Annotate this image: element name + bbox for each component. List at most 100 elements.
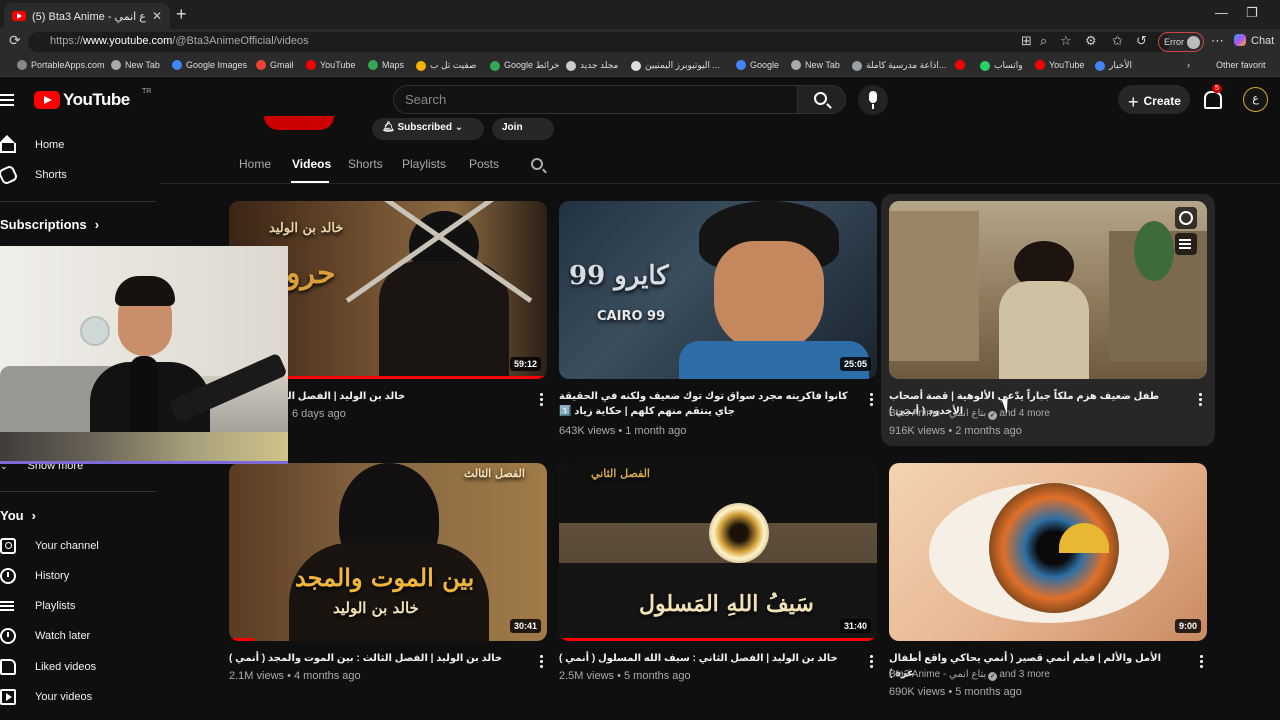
search-button[interactable]: [798, 85, 846, 114]
bookmark-item[interactable]: Google خرائط: [490, 60, 560, 71]
chevron-right-icon: ›: [31, 508, 36, 523]
channel-search-icon[interactable]: [531, 158, 543, 170]
sidebar-divider: [0, 201, 156, 202]
bookmark-item[interactable]: [955, 60, 969, 70]
bookmark-item[interactable]: مجلد جديد: [566, 60, 618, 71]
bookmark-item[interactable]: New Tab: [791, 60, 840, 70]
youtube-header: YouTube TR Search + Create 5 ع: [0, 78, 1280, 120]
video-thumbnail[interactable]: [889, 201, 1207, 379]
video-menu-icon[interactable]: [1200, 655, 1203, 668]
video-card[interactable]: كايرو 99 CAIRO 99 25:05 كانوا فاكرينه مج…: [559, 201, 879, 441]
video-card[interactable]: سَيفُ اللهِ المَسلول الفصل الثاني 31:40 …: [559, 463, 879, 703]
tab-posts[interactable]: Posts: [469, 157, 499, 171]
bookmark-favicon-icon: [736, 60, 746, 70]
add-to-queue-icon[interactable]: [1175, 233, 1197, 255]
bookmark-item[interactable]: اليوتيوبرز اليمنيين ...: [631, 60, 720, 71]
video-title-text: خالد بن الوليد | الفصل الثالث : بين المو…: [229, 653, 503, 664]
account-avatar[interactable]: ع: [1243, 87, 1268, 112]
video-title[interactable]: خالد بن الوليد | الفصل الثاني : سيف الله…: [559, 651, 849, 666]
search-input[interactable]: Search: [393, 85, 798, 114]
you-header[interactable]: You ›: [0, 508, 36, 523]
copilot-chat-button[interactable]: Chat: [1234, 34, 1274, 47]
sidebar-item-your-videos[interactable]: Your videos: [0, 685, 92, 709]
voice-search-icon[interactable]: [858, 85, 888, 115]
channel-credits[interactable]: Bta3 Anime - بتاع انمي ✓ and 4 more: [889, 408, 1050, 420]
bookmark-item[interactable]: New Tab: [111, 60, 160, 70]
tab-videos[interactable]: Videos: [292, 157, 331, 171]
verified-badge-icon: ✓: [988, 672, 998, 681]
video-title[interactable]: كانوا فاكرينه مجرد سواق توك توك ضعيف ولك…: [559, 389, 849, 419]
more-options-icon[interactable]: ⋯: [1211, 33, 1224, 49]
bookmark-item[interactable]: PortableApps.com: [17, 60, 105, 70]
video-thumbnail[interactable]: 9:00: [889, 463, 1207, 641]
url-field[interactable]: https://www.youtube.com/@Bta3AnimeOffici…: [28, 32, 1170, 52]
you-label: You: [0, 508, 24, 523]
menu-icon[interactable]: [0, 94, 14, 106]
bookmark-item[interactable]: الأخبار: [1095, 60, 1132, 71]
profile-avatar: [1187, 36, 1200, 49]
video-menu-icon[interactable]: [870, 655, 873, 668]
video-title[interactable]: خالد بن الوليد | الفصل الثالث : بين المو…: [229, 651, 519, 666]
bookmark-item[interactable]: Google: [736, 60, 779, 70]
bookmark-label: YouTube: [1049, 60, 1085, 70]
create-button[interactable]: + Create: [1118, 85, 1190, 114]
bookmarks-overflow-icon[interactable]: ›: [1187, 60, 1190, 70]
sidebar-item-playlists[interactable]: Playlists: [0, 594, 75, 618]
video-menu-icon[interactable]: [540, 393, 543, 406]
sidebar-item-home[interactable]: Home: [0, 133, 64, 157]
other-favorites-folder[interactable]: Other favorit: [1216, 60, 1266, 70]
bookmark-favicon-icon: [17, 60, 27, 70]
tab-shorts[interactable]: Shorts: [348, 157, 383, 171]
bookmark-label: اليوتيوبرز اليمنيين ...: [645, 60, 720, 70]
app-install-icon[interactable]: ⊞: [1021, 33, 1032, 49]
sidebar-item-watch-later[interactable]: Watch later: [0, 624, 90, 648]
browser-tab[interactable]: (5) Bta3 Anime - بتاع انمي - YouTube ✕: [4, 3, 170, 29]
chevron-down-icon: ⌄: [454, 122, 464, 133]
bookmark-item[interactable]: اذاعة مدرسية كاملة...: [852, 60, 946, 71]
video-card[interactable]: 9:00 الأمل والألم | فيلم أنمي قصير ( أنم…: [889, 463, 1209, 703]
sidebar-item-your-channel[interactable]: Your channel: [0, 534, 99, 558]
restore-icon[interactable]: ❐: [1246, 5, 1258, 21]
video-menu-icon[interactable]: [870, 393, 873, 406]
video-menu-icon[interactable]: [1199, 393, 1202, 406]
browser-tab-strip: (5) Bta3 Anime - بتاع انمي - YouTube ✕ +…: [0, 0, 1280, 29]
youtube-logo[interactable]: YouTube TR: [34, 88, 151, 110]
join-button[interactable]: Join: [492, 118, 554, 140]
subscriptions-header[interactable]: Subscriptions ›: [0, 217, 99, 232]
reload-icon[interactable]: ⟳: [9, 32, 21, 49]
bookmark-item[interactable]: صفيت تل ب: [416, 60, 477, 71]
sidebar-item-shorts[interactable]: Shorts: [0, 163, 67, 187]
video-card-hovered[interactable]: طفل ضعيف هزم ملكاً جباراً يدّعي الألوهية…: [881, 194, 1215, 446]
video-thumbnail[interactable]: كايرو 99 CAIRO 99 25:05: [559, 201, 877, 379]
minimize-icon[interactable]: —: [1215, 5, 1228, 20]
video-thumbnail[interactable]: بين الموت والمجد خالد بن الوليد الفصل ال…: [229, 463, 547, 641]
history-icon[interactable]: ↺: [1136, 33, 1147, 49]
bookmark-item[interactable]: واتساب: [980, 60, 1023, 71]
video-thumbnail[interactable]: سَيفُ اللهِ المَسلول الفصل الثاني 31:40: [559, 463, 877, 641]
close-tab-icon[interactable]: ✕: [152, 9, 162, 23]
bookmark-item[interactable]: Google Images: [172, 60, 247, 70]
sidebar-item-liked-videos[interactable]: Liked videos: [0, 655, 96, 679]
sidebar-item-history[interactable]: History: [0, 564, 69, 588]
favorites-icon[interactable]: ✩: [1112, 33, 1123, 49]
watch-later-icon[interactable]: [1175, 207, 1197, 229]
subscribed-button[interactable]: 🔔︎ Subscribed ⌄: [372, 118, 484, 140]
bookmark-item[interactable]: Gmail: [256, 60, 294, 70]
video-menu-icon[interactable]: [540, 655, 543, 668]
video-card[interactable]: بين الموت والمجد خالد بن الوليد الفصل ال…: [229, 463, 549, 703]
bookmark-item[interactable]: YouTube: [306, 60, 355, 70]
tab-home[interactable]: Home: [239, 157, 271, 171]
bookmark-item[interactable]: Maps: [368, 60, 404, 70]
channel-name: Bta3 Anime - بتاع انمي: [889, 669, 987, 680]
video-age: 6 days ago: [292, 408, 346, 420]
tab-playlists[interactable]: Playlists: [402, 157, 446, 171]
favorite-star-icon[interactable]: ☆: [1060, 33, 1072, 49]
extensions-icon[interactable]: ⚙: [1085, 33, 1097, 49]
ninja-body: [289, 543, 489, 641]
bookmark-label: PortableApps.com: [31, 60, 105, 70]
new-tab-icon[interactable]: +: [176, 4, 187, 25]
profile-error-pill[interactable]: Error: [1158, 32, 1204, 52]
channel-credits[interactable]: Bta3 Anime - بتاع انمي ✓ and 3 more: [889, 669, 1050, 681]
zoom-icon[interactable]: ⌕: [1040, 33, 1047, 49]
bookmark-item[interactable]: YouTube: [1035, 60, 1084, 70]
